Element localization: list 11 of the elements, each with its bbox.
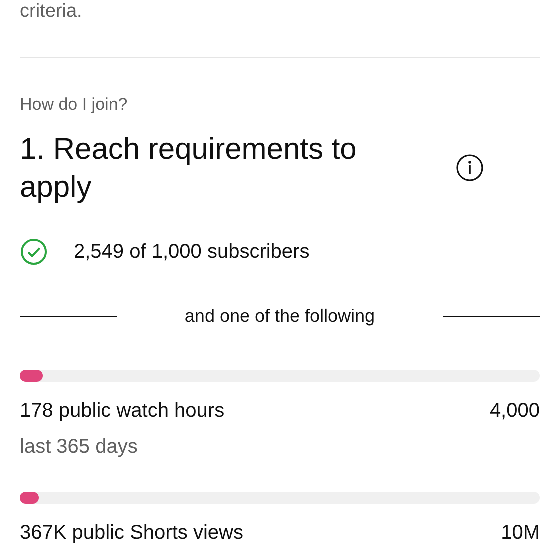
metric-target: 10M: [501, 521, 540, 546]
requirement-text: 2,549 of 1,000 subscribers: [74, 240, 310, 265]
metric-label: 178 public watch hours: [20, 399, 225, 424]
metric-period: last 365 days: [20, 436, 138, 458]
section-label: How do I join?: [20, 95, 128, 114]
metric-target: 4,000: [490, 399, 540, 424]
separator-text: and one of the following: [184, 305, 376, 328]
info-icon[interactable]: [456, 154, 484, 182]
intro-text: criteria.: [20, 1, 82, 22]
metric-label: 367K public Shorts views: [20, 521, 244, 546]
step-title: 1. Reach requirements to apply: [20, 132, 358, 206]
